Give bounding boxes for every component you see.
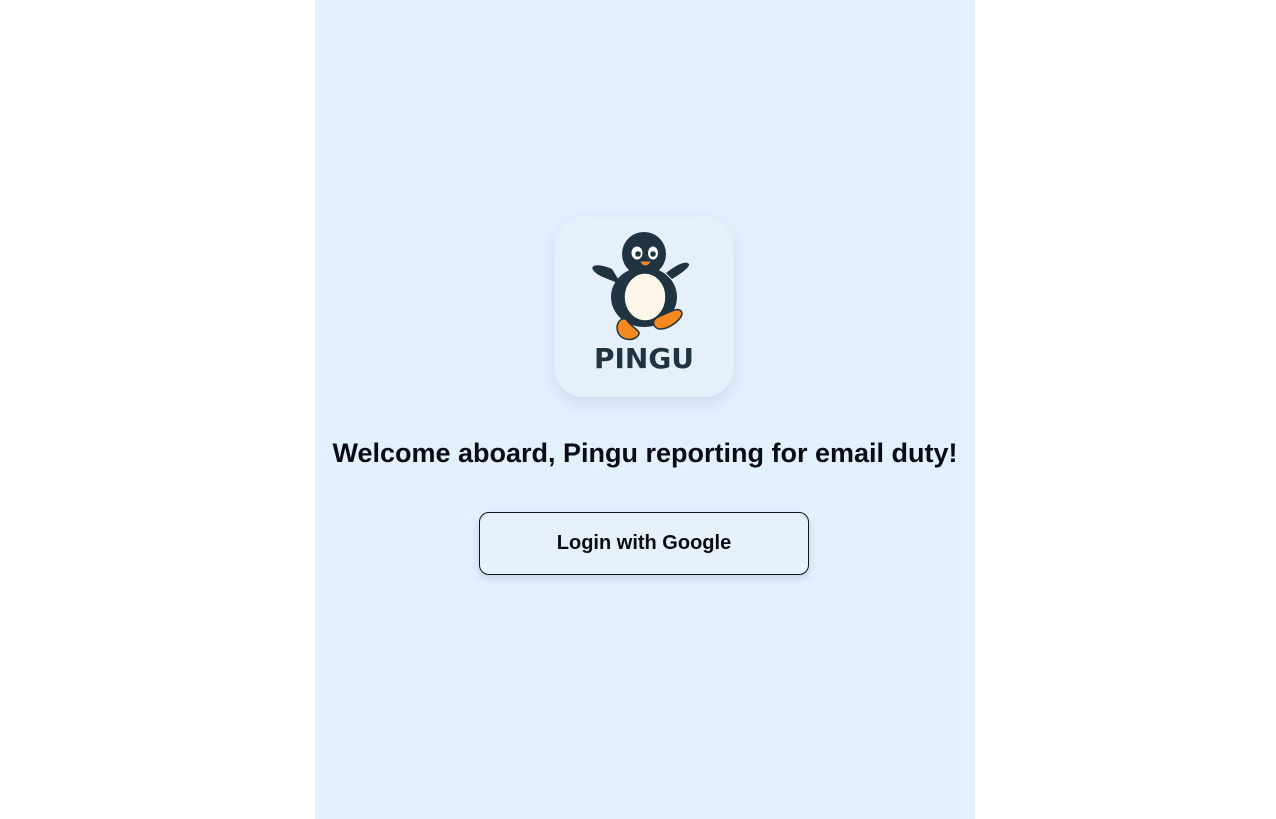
welcome-headline: Welcome aboard, Pingu reporting for emai… [332, 438, 958, 468]
app-logo: PINGU [554, 217, 734, 397]
page: PINGU Welcome aboard, Pingu reporting fo… [0, 0, 1276, 819]
login-with-google-button[interactable]: Login with Google [479, 512, 809, 575]
login-panel: PINGU Welcome aboard, Pingu reporting fo… [315, 0, 975, 819]
logo-wordmark: PINGU [593, 342, 695, 375]
